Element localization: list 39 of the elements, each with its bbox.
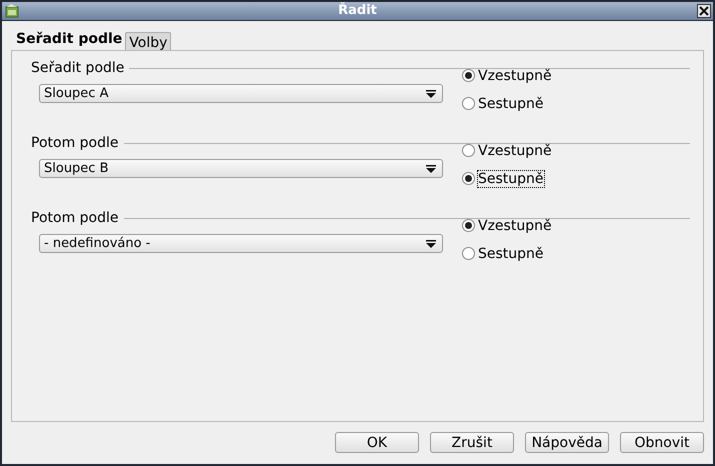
radio-label: Sestupně [477, 94, 545, 112]
close-icon [699, 6, 709, 16]
dialog-button[interactable]: Obnovit [620, 432, 704, 453]
dropdown[interactable]: - nedefinováno - [39, 234, 443, 253]
radio-label: Sestupně [477, 244, 545, 262]
radio-button[interactable] [462, 97, 475, 110]
close-button[interactable] [697, 4, 711, 18]
dialog-button[interactable]: OK [335, 432, 419, 453]
radio-option[interactable]: Sestupně [462, 93, 553, 114]
radio-label: Vzestupně [477, 216, 553, 234]
radio-option[interactable]: Sestupně [462, 243, 553, 264]
radio-button[interactable] [462, 69, 475, 82]
dropdown-arrow-icon [426, 90, 436, 98]
radio-option[interactable]: Vzestupně [462, 140, 553, 161]
radio-option[interactable]: Sestupně [462, 168, 553, 189]
dropdown-arrow-icon [426, 240, 436, 248]
radio-label: Sestupně [477, 170, 545, 188]
radio-button[interactable] [462, 144, 475, 157]
group-label: Potom podle [30, 208, 118, 228]
radio-label: Vzestupně [477, 66, 553, 84]
group-label: Seřadit podle [30, 58, 124, 78]
radio-label: Vzestupně [477, 142, 553, 160]
tab[interactable]: Volby [125, 32, 172, 50]
dropdown-value: Sloupec B [43, 160, 109, 178]
dropdown[interactable]: Sloupec A [39, 84, 443, 103]
radio-button[interactable] [462, 219, 475, 232]
dropdown-arrow-icon [426, 164, 436, 172]
dropdown-value: - nedefinováno - [43, 234, 150, 253]
dialog-button[interactable]: Nápověda [525, 432, 609, 453]
radio-option[interactable]: Vzestupně [462, 215, 553, 236]
window-title: Řadit [338, 1, 377, 20]
dropdown-value: Sloupec A [43, 84, 108, 103]
radio-button[interactable] [462, 172, 475, 185]
radio-button[interactable] [462, 247, 475, 260]
group-label: Potom podle [30, 134, 118, 152]
radio-option[interactable]: Vzestupně [462, 65, 553, 86]
dialog-button[interactable]: Zrušit [430, 432, 514, 453]
dropdown[interactable]: Sloupec B [39, 159, 443, 178]
app-icon [5, 4, 19, 18]
